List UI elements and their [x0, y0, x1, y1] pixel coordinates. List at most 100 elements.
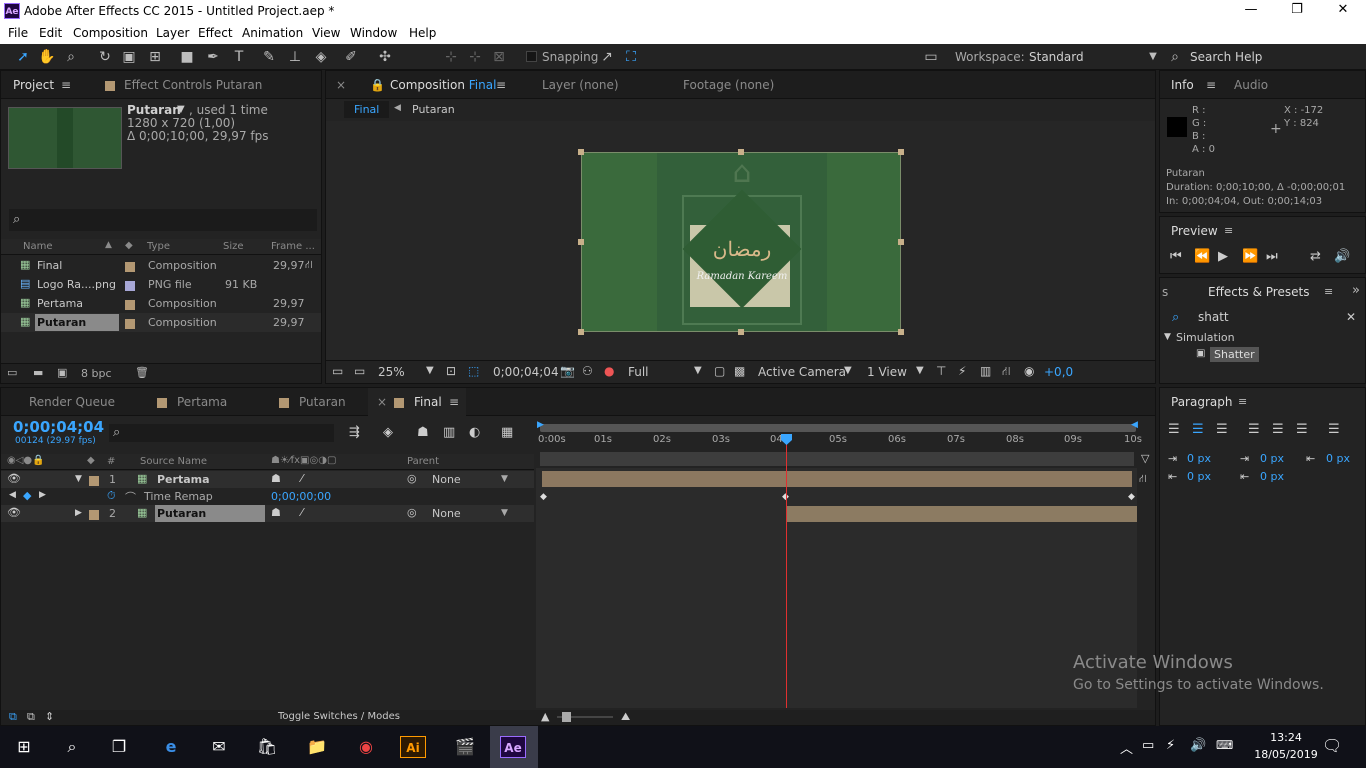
- menu-file[interactable]: File: [8, 26, 28, 40]
- type-tool-icon[interactable]: T: [230, 48, 248, 66]
- work-area-start-handle[interactable]: ▶: [537, 420, 544, 430]
- handle-bc[interactable]: [738, 329, 744, 335]
- chevron-down-icon[interactable]: ▼: [426, 365, 434, 376]
- zoom-select[interactable]: 25%: [378, 365, 405, 379]
- motion-blur-icon[interactable]: ◐: [469, 425, 480, 440]
- draft-3d-icon[interactable]: ◈: [383, 425, 393, 440]
- layer-name[interactable]: Pertama: [157, 473, 210, 486]
- exposure-value[interactable]: +0,0: [1044, 365, 1073, 379]
- menu-animation[interactable]: Animation: [242, 26, 303, 40]
- resolution-select[interactable]: Full: [628, 365, 649, 379]
- pickwhip-icon[interactable]: ◎: [407, 472, 417, 485]
- task-view-icon[interactable]: ❐: [104, 732, 134, 762]
- item-dropdown-icon[interactable]: ▼: [177, 104, 185, 115]
- file-explorer-icon[interactable]: 📁: [302, 732, 332, 762]
- tab-preview[interactable]: Preview: [1171, 224, 1218, 238]
- align-right-icon[interactable]: ☰: [1216, 422, 1228, 437]
- col-parent[interactable]: Parent: [407, 456, 439, 467]
- loop-icon[interactable]: ⇄: [1310, 249, 1321, 264]
- align-center-icon[interactable]: ☰: [1192, 422, 1204, 437]
- handle-bl[interactable]: [578, 329, 584, 335]
- menu-composition[interactable]: Composition: [73, 26, 148, 40]
- panel-menu-icon[interactable]: ≡: [1324, 285, 1333, 298]
- expand-arrow-icon[interactable]: ▼: [1164, 332, 1171, 342]
- handle-br[interactable]: [898, 329, 904, 335]
- search-help-input[interactable]: Search Help: [1190, 50, 1262, 64]
- clock-date[interactable]: 18/05/2019: [1248, 748, 1324, 761]
- panel-menu-icon[interactable]: ≡: [1238, 395, 1247, 408]
- tab-render-queue[interactable]: Render Queue: [29, 395, 115, 409]
- add-keyframe-icon[interactable]: ◆: [23, 489, 31, 502]
- layer-row[interactable]: 👁 ▼ 1 ▦ Pertama ☗ ⁄ ◎ None ▼: [1, 471, 534, 488]
- effects-search-input[interactable]: shatt: [1198, 310, 1229, 324]
- snap-edge-icon[interactable]: ↗: [598, 48, 616, 66]
- roi-icon[interactable]: ▢: [714, 364, 725, 378]
- play-icon[interactable]: ▶: [1218, 249, 1228, 264]
- timeline-current-time[interactable]: 0;00;04;04: [13, 418, 104, 436]
- project-row[interactable]: ▦ Pertama Composition 29,97: [1, 294, 321, 313]
- close-button[interactable]: ✕: [1320, 2, 1366, 17]
- close-tab-icon[interactable]: ×: [377, 395, 387, 409]
- network-icon[interactable]: ⚡: [1166, 738, 1175, 753]
- work-area-bar[interactable]: [540, 424, 1136, 432]
- new-folder-icon[interactable]: ▬: [33, 366, 43, 379]
- battery-icon[interactable]: ▭: [1142, 738, 1154, 753]
- tab-previous[interactable]: s: [1162, 285, 1168, 299]
- tab-audio[interactable]: Audio: [1234, 78, 1268, 92]
- chrome-icon[interactable]: ◉: [351, 732, 381, 762]
- clock-time[interactable]: 13:24: [1264, 731, 1308, 744]
- justify-all-icon[interactable]: ☰: [1328, 422, 1340, 437]
- indent-left-value[interactable]: 0 px: [1187, 452, 1211, 465]
- axis-local-icon[interactable]: ⊹: [442, 48, 460, 66]
- view-layout-select[interactable]: 1 View: [867, 365, 907, 379]
- store-icon[interactable]: 🛍: [252, 732, 282, 762]
- timeline-icon[interactable]: ▥: [980, 364, 991, 378]
- quality-switch-icon[interactable]: ⁄: [301, 472, 303, 485]
- layer-switches-icon[interactable]: ⧉: [9, 710, 17, 724]
- menu-effect[interactable]: Effect: [198, 26, 233, 40]
- edge-icon[interactable]: e: [156, 732, 186, 762]
- label-swatch[interactable]: [89, 474, 99, 487]
- track-area[interactable]: [536, 468, 1137, 708]
- chevron-down-icon[interactable]: ▼: [916, 365, 924, 376]
- effect-shatter[interactable]: Shatter: [1210, 347, 1259, 362]
- rectangle-tool-icon[interactable]: ■: [178, 48, 196, 66]
- tray-chevron-icon[interactable]: ︿: [1120, 738, 1133, 757]
- pickwhip-icon[interactable]: ◎: [407, 506, 417, 519]
- panel-menu-icon[interactable]: ≡: [449, 395, 459, 409]
- always-preview-icon[interactable]: ▭: [332, 364, 343, 378]
- flowchart-icon[interactable]: ⛙: [1002, 364, 1010, 380]
- chevron-right-icon[interactable]: »: [1352, 283, 1360, 298]
- show-snapshot-icon[interactable]: ⚇: [582, 364, 593, 378]
- timeline-search-input[interactable]: ⌕: [109, 424, 334, 442]
- zoom-slider-thumb[interactable]: [562, 712, 571, 722]
- language-icon[interactable]: ⌨: [1216, 738, 1233, 752]
- keyframe-icon[interactable]: ◆: [1128, 492, 1135, 502]
- menu-layer[interactable]: Layer: [156, 26, 189, 40]
- justify-left-icon[interactable]: ☰: [1248, 422, 1260, 437]
- layer-bar-putaran[interactable]: [787, 506, 1137, 522]
- flowchart-icon[interactable]: ⛙: [305, 258, 313, 273]
- next-frame-icon[interactable]: ⏩: [1242, 249, 1258, 264]
- tab-layer[interactable]: Layer (none): [542, 78, 619, 92]
- align-left-icon[interactable]: ☰: [1168, 422, 1180, 437]
- selection-tool-icon[interactable]: ➚: [14, 48, 32, 66]
- last-frame-icon[interactable]: ⏭: [1266, 249, 1278, 264]
- zoom-out-icon[interactable]: ▲: [541, 710, 549, 723]
- stopwatch-icon[interactable]: ⏱: [107, 489, 116, 503]
- transfer-controls-icon[interactable]: ⧉: [27, 710, 35, 724]
- pen-tool-icon[interactable]: ✒: [204, 48, 222, 66]
- zoom-in-icon[interactable]: ⛰: [621, 710, 630, 724]
- tab-pertama[interactable]: Pertama: [177, 395, 227, 409]
- lock-icon[interactable]: 🔒: [370, 78, 385, 92]
- exposure-reset-icon[interactable]: ◉: [1024, 364, 1034, 378]
- bit-depth-button[interactable]: 8 bpc: [81, 367, 112, 380]
- illustrator-icon[interactable]: Ai: [400, 736, 426, 758]
- media-icon[interactable]: 🎬: [450, 732, 480, 762]
- project-row-selected[interactable]: ▦ Putaran Composition 29,97: [1, 313, 321, 332]
- breadcrumb-final[interactable]: Final: [344, 101, 390, 118]
- panel-menu-icon[interactable]: ≡: [1224, 224, 1233, 237]
- first-frame-icon[interactable]: ⏮: [1170, 249, 1182, 264]
- panel-menu-icon[interactable]: ≡: [496, 78, 506, 92]
- current-time[interactable]: 0;00;04;04: [493, 365, 559, 379]
